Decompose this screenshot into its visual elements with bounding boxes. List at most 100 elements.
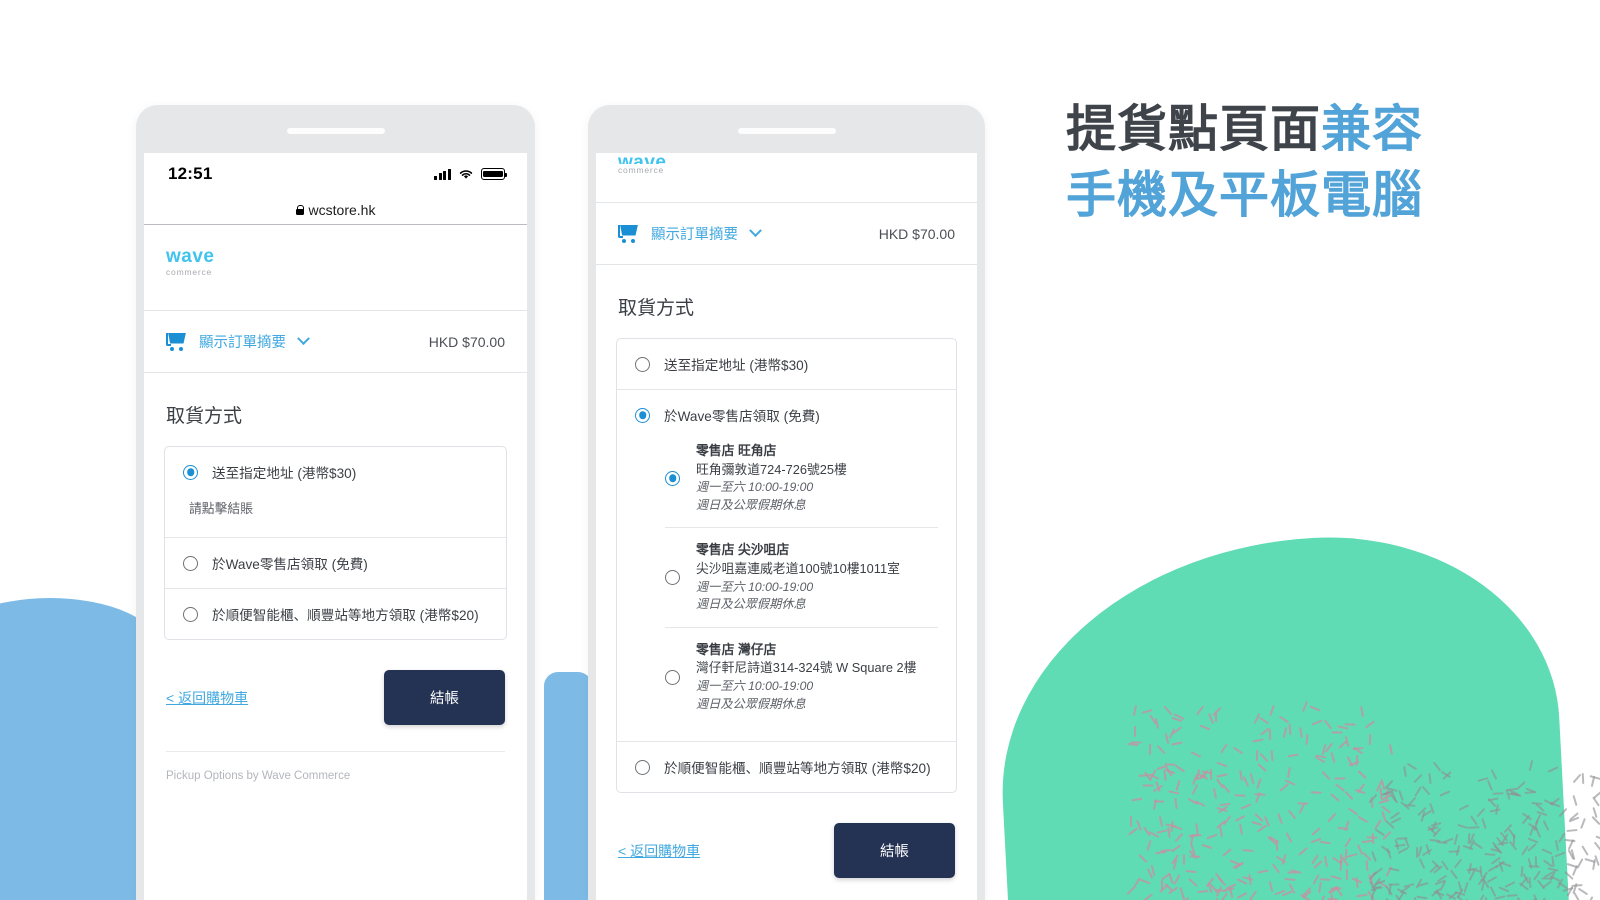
phone-footer-note: Pickup Options by Wave Commerce [166,770,351,782]
store-details: 零售店 尖沙咀店 尖沙咀嘉連威老道100號10樓1011室 週一至六 10:00… [696,541,900,613]
option-head[interactable]: 於順便智能櫃、順豐站等地方領取 (港幣$20) [635,757,938,777]
tablet-section-title: 取貨方式 [618,298,695,319]
shopping-cart-icon [618,224,638,243]
phone-speaker [286,128,385,134]
status-icon-group [434,168,507,180]
headline-line-1: 提貨點頁面兼容 [1066,96,1566,162]
store-address: 灣仔軒尼詩道314-324號 W Square 2樓 [696,660,917,676]
option-head[interactable]: 於Wave零售店領取 (免費) [183,553,488,573]
radio-deliver-to-address[interactable] [635,356,650,372]
wave-commerce-logo: wave commerce [618,153,666,175]
headline-line-1-dark: 提貨點頁面 [1066,101,1321,157]
store-option-wanchai[interactable]: 零售店 灣仔店 灣仔軒尼詩道314-324號 W Square 2樓 週一至六 … [665,628,938,726]
store-closed-days: 週日及公眾假期休息 [696,696,806,711]
phone-action-bar: < 返回購物車 結帳 [144,640,527,751]
summary-label: 顯示訂單摘要 [199,335,286,351]
radio-deliver-to-address[interactable] [183,464,198,480]
option-label: 於Wave零售店領取 (免費) [664,409,820,424]
option-head[interactable]: 送至指定地址 (港幣$30) [635,354,938,374]
option-note: 請點擊結賬 [189,501,253,516]
status-time: 12:51 [168,164,213,183]
chevron-down-icon [749,224,762,238]
option-wave-retail-pickup[interactable]: 於Wave零售店領取 (免費) 零售店 旺角店 旺角彌敦道724-726號25樓… [617,390,956,743]
option-locker-pickup[interactable]: 於順便智能櫃、順豐站等地方領取 (港幣$20) [165,589,506,639]
store-details: 零售店 灣仔店 灣仔軒尼詩道314-324號 W Square 2樓 週一至六 … [696,641,916,713]
option-deliver-to-address[interactable]: 送至指定地址 (港幣$30) [617,339,956,390]
phone-brand-header: wave commerce [144,225,527,311]
store-hours: 週一至六 10:00-19:00 [696,579,814,594]
store-address: 尖沙咀嘉連威老道100號10樓1011室 [696,561,900,577]
store-hours: 週一至六 10:00-19:00 [696,480,814,495]
summary-toggle[interactable]: 顯示訂單摘要 [166,331,310,352]
phone-delivery-options: 送至指定地址 (港幣$30) 請點擊結賬 於Wave零售店領取 (免費) 於順便… [164,446,507,640]
tablet-device-frame: wave commerce 顯示訂單摘要 HKD $70.00 取貨方式 送至指… [588,105,985,900]
tablet-brand-header: wave commerce [596,153,977,203]
url-text: wcstore.hk [308,201,376,218]
blue-blob-middle [544,672,592,900]
wave-commerce-logo: wave commerce [166,247,214,277]
option-locker-pickup[interactable]: 於順便智能櫃、順豐站等地方領取 (港幣$20) [617,742,956,792]
phone-status-bar: 12:51 [144,153,527,195]
store-name: 零售店 尖沙咀店 [696,542,790,558]
option-head[interactable]: 於順便智能櫃、順豐站等地方領取 (港幣$20) [183,604,488,624]
option-wave-retail-pickup[interactable]: 於Wave零售店領取 (免費) [165,538,506,589]
store-details: 零售店 旺角店 旺角彌敦道724-726號25樓 週一至六 10:00-19:0… [696,442,847,514]
lock-icon [295,204,305,215]
logo-tagline: commerce [166,267,213,277]
radio-wave-retail-pickup[interactable] [183,555,198,571]
order-total: HKD $70.00 [878,225,955,242]
option-label: 送至指定地址 (港幣$30) [212,466,357,481]
store-address: 旺角彌敦道724-726號25樓 [696,461,847,477]
store-closed-days: 週日及公眾假期休息 [696,497,806,512]
radio-locker-pickup[interactable] [635,759,650,775]
back-to-cart-link[interactable]: < 返回購物車 [618,841,700,861]
logo-wordmark: wave [166,246,215,267]
phone-order-summary-row[interactable]: 顯示訂單摘要 HKD $70.00 [144,311,527,373]
checkout-button[interactable]: 結帳 [384,670,505,725]
cellular-signal-icon [434,168,451,180]
option-label: 於順便智能櫃、順豐站等地方領取 (港幣$20) [664,761,931,777]
headline-line-2: 手機及平板電腦 [1066,167,1423,223]
green-blob [989,525,1571,900]
phone-page-content: wave commerce 顯示訂單摘要 HKD $70.00 取貨方式 送至指… [144,225,527,800]
phone-screen: 12:51 wcstore.hk wave commerce 顯示訂單摘要 HK… [144,153,527,900]
tablet-speaker [737,128,836,134]
logo-wordmark: wave [618,153,667,164]
logo-tagline: commerce [618,165,665,175]
store-hours: 週一至六 10:00-19:00 [696,679,814,694]
phone-section-title: 取貨方式 [166,406,243,427]
store-option-tsimshatsui[interactable]: 零售店 尖沙咀店 尖沙咀嘉連威老道100號10樓1011室 週一至六 10:00… [665,528,938,628]
option-head[interactable]: 送至指定地址 (港幣$30) [183,462,488,482]
store-name: 零售店 旺角店 [696,443,777,458]
radio-store-wanchai[interactable] [665,669,680,685]
radio-wave-retail-pickup[interactable] [635,407,650,423]
store-closed-days: 週日及公眾假期休息 [696,597,806,612]
tablet-page-content: wave commerce 顯示訂單摘要 HKD $70.00 取貨方式 送至指… [596,153,977,900]
summary-toggle[interactable]: 顯示訂單摘要 [618,223,762,244]
tablet-screen: wave commerce 顯示訂單摘要 HKD $70.00 取貨方式 送至指… [596,153,977,900]
back-to-cart-link[interactable]: < 返回購物車 [166,688,248,708]
radio-store-tsimshatsui[interactable] [665,570,680,586]
marketing-headline: 提貨點頁面兼容 手機及平板電腦 [1066,96,1566,228]
radio-store-mongkok[interactable] [665,470,680,486]
option-label: 於Wave零售店領取 (免費) [212,557,368,572]
tablet-action-bar: < 返回購物車 結帳 [596,793,977,900]
summary-label: 顯示訂單摘要 [651,227,738,243]
checkout-button[interactable]: 結帳 [834,823,955,879]
retail-store-list: 零售店 旺角店 旺角彌敦道724-726號25樓 週一至六 10:00-19:0… [635,425,938,726]
phone-device-frame: 12:51 wcstore.hk wave commerce 顯示訂單摘要 HK… [136,105,535,900]
wifi-icon [459,170,473,179]
radio-locker-pickup[interactable] [183,606,198,622]
order-total: HKD $70.00 [428,333,505,350]
battery-icon [481,168,507,180]
option-deliver-to-address[interactable]: 送至指定地址 (港幣$30) 請點擊結賬 [165,447,506,538]
phone-url-bar[interactable]: wcstore.hk [144,195,527,225]
tablet-order-summary-row[interactable]: 顯示訂單摘要 HKD $70.00 [596,203,977,265]
store-option-mongkok[interactable]: 零售店 旺角店 旺角彌敦道724-726號25樓 週一至六 10:00-19:0… [665,429,938,529]
chevron-down-icon [297,332,310,346]
option-label: 送至指定地址 (港幣$30) [664,358,809,373]
tablet-delivery-options: 送至指定地址 (港幣$30) 於Wave零售店領取 (免費) 零售店 旺角店 旺… [616,338,957,794]
option-label: 於順便智能櫃、順豐站等地方領取 (港幣$20) [212,608,479,623]
shopping-cart-icon [166,332,186,351]
option-head[interactable]: 於Wave零售店領取 (免費) [635,405,938,425]
